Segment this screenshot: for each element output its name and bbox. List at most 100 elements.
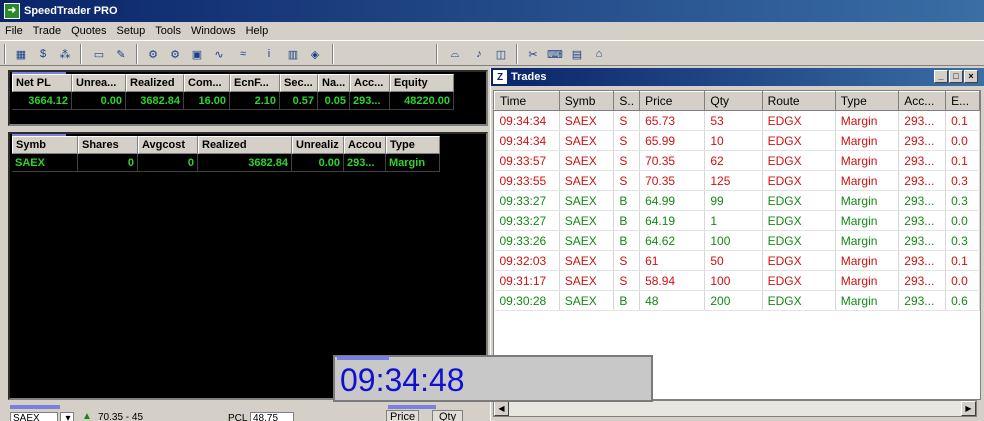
col-ecn-fee[interactable]: EcnF... [230, 74, 280, 92]
card-icon[interactable]: ▭ [90, 45, 108, 63]
trade-row[interactable]: 09:30:28 SAEX B 48 200 EDGX Margin 293... 0.6 [494, 290, 980, 311]
trade-route: EDGX [762, 190, 836, 211]
price-tab[interactable]: Price [386, 410, 420, 421]
table-icon[interactable]: ▦ [12, 45, 30, 63]
col-sec-fee[interactable]: Sec... [280, 74, 318, 92]
trade-row[interactable]: 09:31:17 SAEX S 58.94 100 EDGX Margin 293... 0.0 [494, 270, 980, 291]
col-side[interactable]: S.. [613, 91, 641, 111]
col-account[interactable]: Acc... [350, 74, 390, 92]
trades-body: 09:34:34 SAEX S 65.73 53 EDGX Margin 293... 0.1 0… [494, 110, 980, 311]
trade-side: S [613, 250, 641, 271]
pane-tab-indicator [12, 72, 66, 74]
monitor-icon[interactable]: ▣ [188, 45, 206, 63]
trade-row[interactable]: 09:34:34 SAEX S 65.99 10 EDGX Margin 293... 0.0 [494, 130, 980, 151]
trade-time: 09:33:27 [494, 210, 560, 231]
col-unrealized[interactable]: Unrealiz [292, 136, 344, 154]
commission-value: 16.00 [184, 92, 230, 110]
trades-horizontal-scrollbar[interactable]: ◀ ▶ [493, 400, 977, 417]
trade-ecn: 0.1 [945, 150, 980, 171]
col-qty[interactable]: Qty [704, 91, 763, 111]
trade-account: 293... [898, 110, 947, 131]
trade-route: EDGX [762, 130, 836, 151]
col-time[interactable]: Time [494, 91, 560, 111]
col-price[interactable]: Price [639, 91, 706, 111]
scroll-left-icon[interactable]: ◀ [494, 401, 509, 416]
trade-price: 64.99 [639, 190, 706, 211]
col-ecn[interactable]: E... [945, 91, 980, 111]
chart-icon[interactable]: ✎ [112, 45, 130, 63]
trade-row[interactable]: 09:33:55 SAEX S 70.35 125 EDGX Margin 293... 0.3 [494, 170, 980, 191]
col-symbol[interactable]: Symb [12, 136, 78, 154]
col-account[interactable]: Accou [344, 136, 386, 154]
col-symbol[interactable]: Symb [558, 91, 615, 111]
menu-help[interactable]: Help [241, 25, 274, 37]
trade-qty: 53 [704, 110, 763, 131]
position-realized: 3682.84 [198, 154, 292, 172]
ecn-fee-value: 2.10 [230, 92, 280, 110]
col-unrealized[interactable]: Unrea... [72, 74, 126, 92]
summary-row: 3664.12 0.00 3682.84 16.00 2.10 0.57 0.0… [12, 92, 486, 110]
trade-row[interactable]: 09:33:27 SAEX B 64.19 1 EDGX Margin 293... 0.0 [494, 210, 980, 231]
col-realized[interactable]: Realized [198, 136, 292, 154]
col-type[interactable]: Type [834, 91, 900, 111]
col-equity[interactable]: Equity [390, 74, 454, 92]
close-button[interactable]: × [964, 70, 978, 83]
col-type[interactable]: Type [386, 136, 440, 154]
col-commission[interactable]: Com... [184, 74, 230, 92]
minimize-button[interactable]: _ [934, 70, 948, 83]
up-arrow-icon: ▲ [82, 411, 92, 421]
gears-icon[interactable]: ⚙ [144, 45, 162, 63]
menu-windows[interactable]: Windows [186, 25, 241, 37]
account-summary-pane: Net PL Unrea... Realized Com... EcnF... … [8, 70, 488, 126]
sparkline-icon[interactable]: ≈ [234, 45, 252, 63]
position-avgcost: 0 [138, 154, 198, 172]
scroll-right-icon[interactable]: ▶ [961, 401, 976, 416]
scissors-icon[interactable]: ✂ [524, 45, 542, 63]
hat-icon[interactable]: ⌓ [446, 45, 464, 63]
bell-icon[interactable]: ♪ [470, 45, 488, 63]
trade-row[interactable]: 09:34:34 SAEX S 65.73 53 EDGX Margin 293... 0.1 [494, 110, 980, 131]
col-nasd-fee[interactable]: Na... [318, 74, 350, 92]
trade-row[interactable]: 09:33:27 SAEX B 64.99 99 EDGX Margin 293... 0.3 [494, 190, 980, 211]
position-row[interactable]: SAEX 0 0 3682.84 0.00 293... Margin [12, 154, 486, 172]
sparkline-icon[interactable]: ∿ [210, 45, 228, 63]
col-net-pl[interactable]: Net PL [12, 74, 72, 92]
trades-title-bar[interactable]: Z Trades _ □ × [491, 68, 984, 86]
trade-side: B [613, 210, 641, 231]
menu-trade[interactable]: Trade [28, 25, 66, 37]
menu-file[interactable]: File [0, 25, 28, 37]
home-icon[interactable]: ⌂ [590, 45, 608, 63]
trade-row[interactable]: 09:33:57 SAEX S 70.35 62 EDGX Margin 293... 0.1 [494, 150, 980, 171]
col-shares[interactable]: Shares [78, 136, 138, 154]
position-shares: 0 [78, 154, 138, 172]
qty-tab[interactable]: Qty [432, 410, 464, 421]
toolbar-separator [516, 44, 518, 64]
col-route[interactable]: Route [761, 91, 836, 111]
trade-qty: 1 [704, 210, 763, 231]
menu-setup[interactable]: Setup [112, 25, 151, 37]
tag-icon[interactable]: ◈ [306, 45, 324, 63]
calculator-icon[interactable]: ▤ [568, 45, 586, 63]
network-icon[interactable]: ⁂ [56, 45, 74, 63]
info-icon[interactable]: i [260, 45, 278, 63]
menu-quotes[interactable]: Quotes [66, 25, 111, 37]
menu-tools[interactable]: Tools [150, 25, 186, 37]
symbol-input[interactable]: SAEX [10, 412, 58, 421]
trade-ecn: 0.1 [945, 110, 980, 131]
dollar-icon[interactable]: $ [34, 45, 52, 63]
col-avgcost[interactable]: Avgcost [138, 136, 198, 154]
trade-row[interactable]: 09:33:26 SAEX B 64.62 100 EDGX Margin 293... 0.3 [494, 230, 980, 251]
camera-icon[interactable]: ◫ [492, 45, 510, 63]
keyboard-icon[interactable]: ⌨ [546, 45, 564, 63]
trade-row[interactable]: 09:32:03 SAEX S 61 50 EDGX Margin 293... 0.1 [494, 250, 980, 271]
col-account[interactable]: Acc... [898, 91, 947, 111]
trade-account: 293... [898, 150, 947, 171]
trade-account: 293... [898, 250, 947, 271]
gears-icon[interactable]: ⚙ [166, 45, 184, 63]
title-bar: ➜ SpeedTrader PRO [0, 0, 984, 22]
col-realized[interactable]: Realized [126, 74, 184, 92]
symbol-dropdown-icon[interactable]: ▾ [60, 412, 74, 421]
bars-chart-icon[interactable]: ▥ [284, 45, 302, 63]
trade-time: 09:33:55 [494, 170, 560, 191]
maximize-button[interactable]: □ [949, 70, 963, 83]
